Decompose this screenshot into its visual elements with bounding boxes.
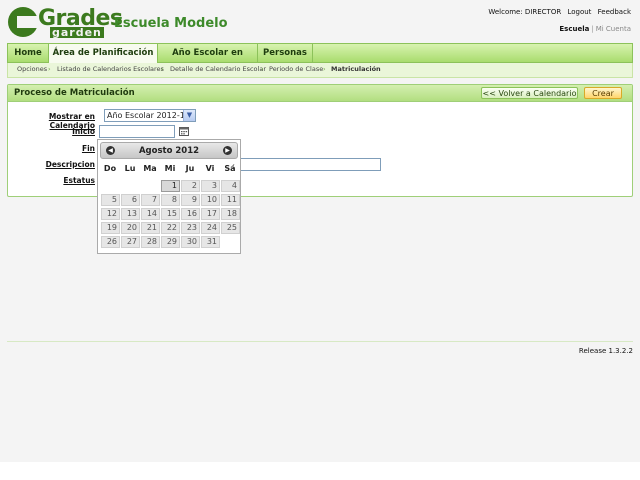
breadcrumb-options[interactable]: Opciones	[17, 65, 47, 73]
tab-current-school-year[interactable]: Año Escolar en Curso	[158, 44, 258, 76]
show-calendar-select[interactable]: Año Escolar 2012-13 ▼	[104, 109, 196, 122]
page: Grades garden Escuela Modelo Welcome: DI…	[0, 0, 640, 462]
breadcrumb-separator-icon: ›	[261, 65, 264, 73]
breadcrumb-class-period[interactable]: Periodo de Clase	[269, 65, 323, 73]
welcome-text: Welcome: DIRECTOR	[488, 8, 562, 16]
top-links: Welcome: DIRECTOR Logout Feedback	[484, 8, 631, 16]
calendar-day[interactable]: 7	[141, 194, 160, 206]
breadcrumb-calendar-detail[interactable]: Detalle de Calendario Escolar	[170, 65, 266, 73]
account-links: Escuela | Mi Cuenta	[559, 25, 631, 33]
calendar-day[interactable]: 12	[101, 208, 120, 220]
end-label: Fin	[81, 144, 95, 153]
calendar-day[interactable]: 22	[161, 222, 180, 234]
calendar-day[interactable]: 9	[181, 194, 200, 206]
my-account-link[interactable]: Mi Cuenta	[596, 25, 631, 33]
calendar-day[interactable]: 26	[101, 236, 120, 248]
breadcrumb-separator-icon: ›	[161, 65, 164, 73]
breadcrumb-calendars-list[interactable]: Listado de Calendarios Escolares	[57, 65, 164, 73]
date-picker-popup: ◀ Agosto 2012 ▶ Do Lu Ma Mi Ju Vi Sá 123…	[97, 139, 241, 254]
tab-planning-area[interactable]: Área de Planificación	[49, 44, 158, 63]
feedback-link[interactable]: Feedback	[598, 8, 631, 16]
breadcrumb-separator-icon: ›	[323, 65, 326, 73]
calendar-day[interactable]: 24	[201, 222, 220, 234]
calendar-day[interactable]: 20	[121, 222, 140, 234]
start-date-input[interactable]	[99, 125, 175, 138]
status-label: Estatus	[63, 176, 95, 185]
logo-text-secondary: garden	[50, 26, 104, 39]
bottom-strip	[0, 462, 640, 480]
logo-mark-icon	[8, 7, 38, 37]
show-calendar-value: Año Escolar 2012-13	[107, 111, 190, 120]
calendar-day[interactable]: 3	[201, 180, 220, 192]
calendar-day[interactable]: 19	[101, 222, 120, 234]
calendar-day[interactable]: 15	[161, 208, 180, 220]
calendar-day[interactable]: 2	[181, 180, 200, 192]
create-button[interactable]: Crear	[584, 87, 622, 99]
calendar-day[interactable]: 1	[161, 180, 180, 192]
tab-people[interactable]: Personas	[258, 44, 313, 62]
panel-header: Proceso de Matriculación << Volver a Cal…	[8, 85, 632, 102]
breadcrumb-separator-icon: ›	[48, 65, 51, 73]
calendar-day[interactable]: 16	[181, 208, 200, 220]
calendar-day[interactable]: 14	[141, 208, 160, 220]
chevron-down-icon[interactable]: ▼	[183, 110, 195, 121]
calendar-day[interactable]: 4	[221, 180, 240, 192]
calendar-day[interactable]: 17	[201, 208, 220, 220]
footer-divider	[7, 341, 633, 342]
back-to-calendar-button[interactable]: << Volver a Calendario	[481, 87, 578, 99]
calendar-day[interactable]: 5	[101, 194, 120, 206]
breadcrumb-enrollment: Matriculación	[331, 65, 381, 73]
calendar-day[interactable]: 13	[121, 208, 140, 220]
account-separator: |	[591, 25, 594, 33]
calendar-day[interactable]: 30	[181, 236, 200, 248]
school-link[interactable]: Escuela	[559, 25, 589, 33]
date-picker-grid: 1 2 3 4 5 6 7 8 9 10 11 12 13 14 15 16 17 18 19 20 21 22 23 24 2…	[98, 140, 242, 255]
calendar-day[interactable]: 31	[201, 236, 220, 248]
main-nav: Home Área de Planificación Año Escolar e…	[7, 43, 633, 76]
calendar-day[interactable]: 28	[141, 236, 160, 248]
calendar-day[interactable]: 8	[161, 194, 180, 206]
calendar-day[interactable]: 18	[221, 208, 240, 220]
breadcrumb: Opciones › Listado de Calendarios Escola…	[7, 63, 633, 78]
logout-link[interactable]: Logout	[567, 8, 591, 16]
release-version: Release 1.3.2.2	[578, 347, 633, 355]
start-label: Inicio	[72, 127, 95, 136]
tab-home[interactable]: Home	[8, 44, 49, 62]
calendar-day[interactable]: 6	[121, 194, 140, 206]
calendar-day[interactable]: 11	[221, 194, 240, 206]
grades-garden-logo[interactable]: Grades garden	[8, 5, 123, 41]
calendar-day[interactable]: 10	[201, 194, 220, 206]
description-label: Descripcion	[45, 160, 95, 169]
description-input[interactable]	[221, 158, 381, 171]
calendar-day[interactable]: 27	[121, 236, 140, 248]
panel-title: Proceso de Matriculación	[14, 88, 135, 98]
calendar-icon[interactable]	[179, 126, 189, 136]
calendar-day[interactable]: 29	[161, 236, 180, 248]
school-name: Escuela Modelo	[114, 16, 228, 31]
calendar-day[interactable]: 23	[181, 222, 200, 234]
calendar-day[interactable]: 25	[221, 222, 240, 234]
calendar-day[interactable]: 21	[141, 222, 160, 234]
